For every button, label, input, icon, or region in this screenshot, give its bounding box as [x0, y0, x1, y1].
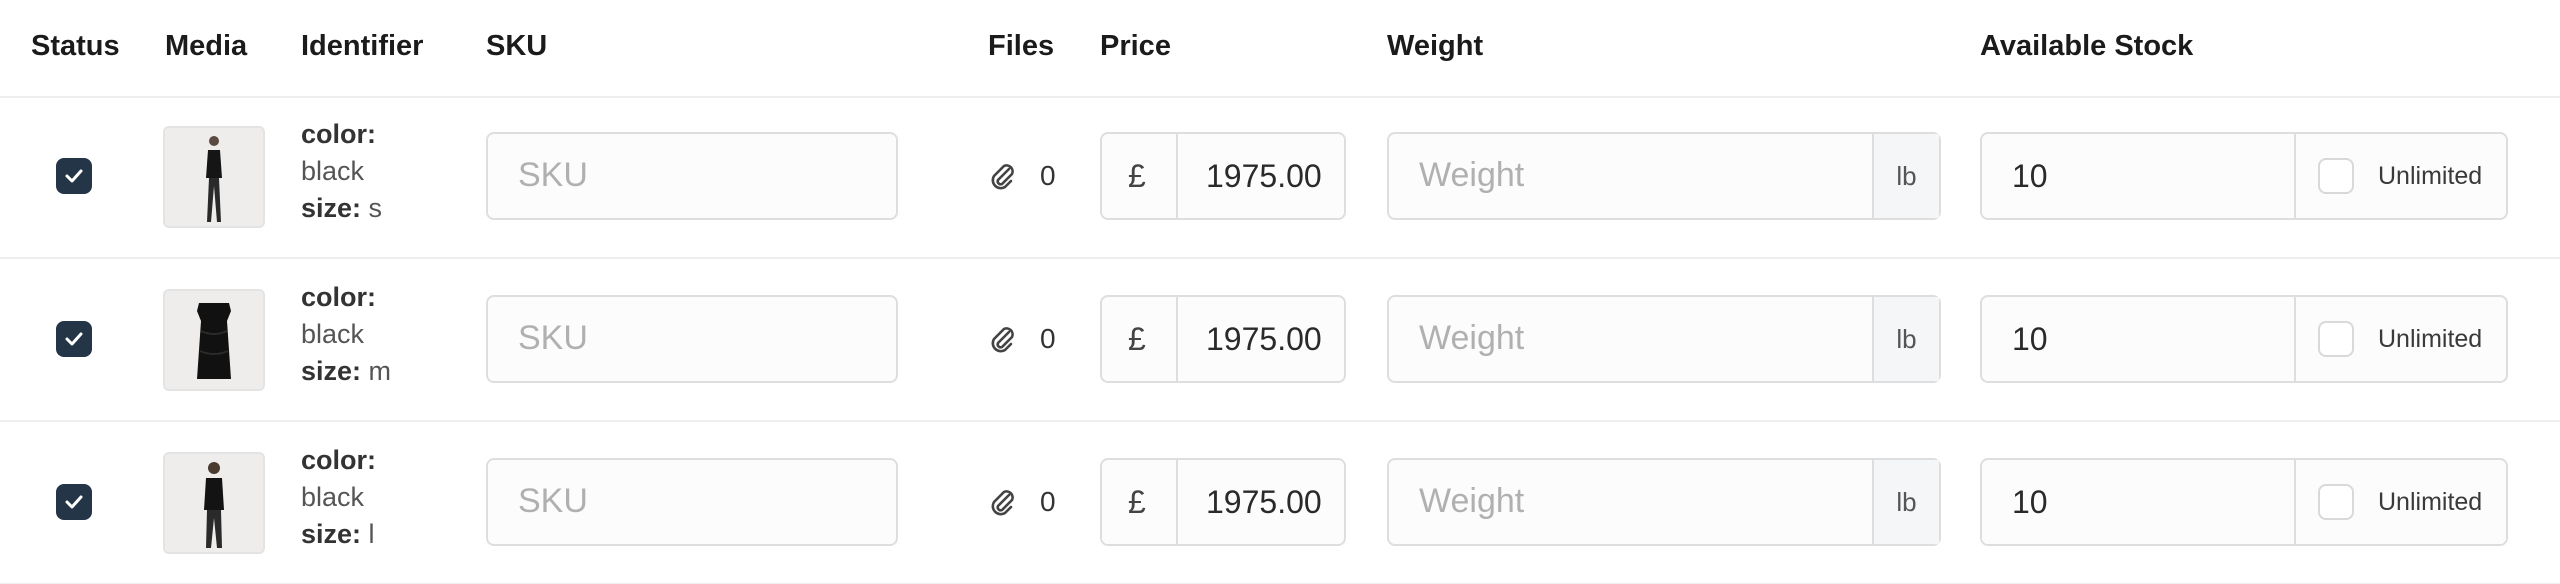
color-value: black [301, 319, 365, 349]
sku-placeholder: SKU [518, 156, 588, 194]
status-checkbox[interactable] [56, 484, 92, 520]
stock-value: 10 [2012, 321, 2048, 357]
weight-input[interactable]: Weight lb [1387, 458, 1941, 546]
column-header-media: Media [165, 30, 248, 62]
column-header-price: Price [1100, 30, 1171, 62]
files-count: 0 [1040, 323, 1056, 354]
stock-divider [2294, 297, 2296, 381]
weight-unit: lb [1872, 460, 1939, 544]
column-header-files: Files [988, 30, 1055, 62]
stock-divider [2294, 460, 2296, 544]
price-divider [1176, 134, 1178, 218]
size-label: size: [301, 356, 362, 386]
table-row: color: black size: s SKU 0 £ 1975.00 Wei… [0, 96, 2560, 259]
table-row: color: black size: m SKU 0 £ 1975.00 Wei… [0, 259, 2560, 422]
paperclip-icon [991, 490, 1014, 516]
color-label: color: [301, 445, 377, 475]
stock-input[interactable]: 10 Unlimited [1980, 295, 2508, 383]
size-label: size: [301, 519, 362, 549]
sku-input[interactable]: SKU [486, 458, 898, 546]
dress-image-icon [165, 454, 263, 552]
unlimited-checkbox[interactable] [2318, 158, 2354, 194]
stock-value: 10 [2012, 158, 2048, 194]
size-value: l [368, 519, 375, 549]
column-header-available-stock: Available Stock [1980, 30, 2194, 62]
price-value: 1975.00 [1206, 321, 1322, 357]
unlimited-label: Unlimited [2378, 325, 2483, 353]
column-header-identifier: Identifier [301, 30, 424, 62]
weight-unit: lb [1872, 134, 1939, 218]
paperclip-icon [991, 164, 1014, 190]
price-divider [1176, 297, 1178, 381]
price-input[interactable]: £ 1975.00 [1100, 295, 1346, 383]
price-value: 1975.00 [1206, 158, 1322, 194]
weight-input[interactable]: Weight lb [1387, 295, 1941, 383]
checkmark-icon [65, 332, 83, 346]
unlimited-checkbox[interactable] [2318, 484, 2354, 520]
column-header-sku: SKU [486, 30, 548, 62]
color-value: black [301, 482, 365, 512]
weight-placeholder: Weight [1419, 319, 1525, 357]
variant-identifier: color: black size: s [301, 116, 382, 227]
weight-placeholder: Weight [1419, 156, 1525, 194]
dress-image-icon [165, 128, 263, 226]
size-value: m [368, 356, 392, 386]
currency-symbol: £ [1128, 158, 1146, 194]
stock-input[interactable]: 10 Unlimited [1980, 132, 2508, 220]
product-thumbnail[interactable] [163, 289, 265, 391]
variant-identifier: color: black size: m [301, 279, 391, 390]
weight-input[interactable]: Weight lb [1387, 132, 1941, 220]
weight-unit: lb [1872, 297, 1939, 381]
sku-placeholder: SKU [518, 319, 588, 357]
product-thumbnail[interactable] [163, 126, 265, 228]
currency-symbol: £ [1128, 321, 1146, 357]
product-thumbnail[interactable] [163, 452, 265, 554]
price-divider [1176, 460, 1178, 544]
price-input[interactable]: £ 1975.00 [1100, 458, 1346, 546]
unlimited-checkbox[interactable] [2318, 321, 2354, 357]
color-value: black [301, 156, 365, 186]
unlimited-label: Unlimited [2378, 162, 2483, 190]
files-count: 0 [1040, 486, 1056, 517]
stock-input[interactable]: 10 Unlimited [1980, 458, 2508, 546]
price-value: 1975.00 [1206, 484, 1322, 520]
dress-image-icon [165, 291, 263, 389]
price-input[interactable]: £ 1975.00 [1100, 132, 1346, 220]
variants-table: Status Media Identifier SKU Files Price … [0, 0, 2560, 584]
checkmark-icon [65, 169, 83, 183]
weight-placeholder: Weight [1419, 482, 1525, 520]
size-value: s [368, 193, 383, 223]
sku-input[interactable]: SKU [486, 295, 898, 383]
unlimited-label: Unlimited [2378, 488, 2483, 516]
files-count: 0 [1040, 160, 1056, 191]
table-header: Status Media Identifier SKU Files Price … [0, 0, 2560, 98]
paperclip-icon [991, 327, 1014, 353]
color-label: color: [301, 119, 377, 149]
status-checkbox[interactable] [56, 321, 92, 357]
stock-divider [2294, 134, 2296, 218]
color-label: color: [301, 282, 377, 312]
checkmark-icon [65, 495, 83, 509]
sku-placeholder: SKU [518, 482, 588, 520]
column-header-weight: Weight [1387, 30, 1484, 62]
status-checkbox[interactable] [56, 158, 92, 194]
stock-value: 10 [2012, 484, 2048, 520]
sku-input[interactable]: SKU [486, 132, 898, 220]
currency-symbol: £ [1128, 484, 1146, 520]
column-header-status: Status [31, 30, 120, 62]
variant-identifier: color: black size: l [301, 442, 376, 553]
table-row: color: black size: l SKU 0 £ 1975.00 Wei… [0, 422, 2560, 584]
size-label: size: [301, 193, 362, 223]
